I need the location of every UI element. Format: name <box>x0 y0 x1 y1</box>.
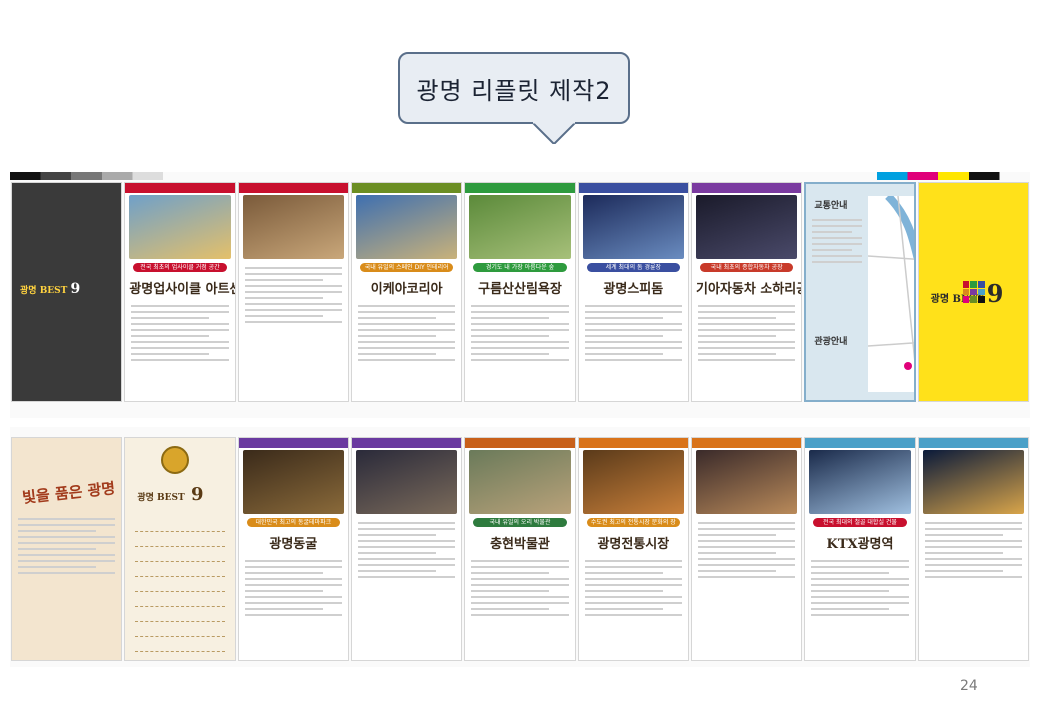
attraction-title: 광명업사이클 아트센터 <box>129 282 234 297</box>
leaflet-panel <box>917 437 1029 661</box>
title-callout: 광명 리플릿 제작2 <box>398 52 630 124</box>
text-lines <box>244 267 342 323</box>
text-lines <box>18 518 116 574</box>
attraction-badge: 경기도 내 가장 아름다운 숲 <box>473 263 567 272</box>
attraction-photo <box>242 195 344 259</box>
cover-number: 9 <box>986 279 1004 308</box>
leaflet-panel: 국내 최초의 종합자동차 공장기아자동차 소하리공장 <box>691 182 803 402</box>
color-band <box>465 438 575 448</box>
text-lines <box>811 560 909 616</box>
leaflet-panel: 수도권 최고의 전통시장 문화의 장광명전통시장 <box>577 437 689 661</box>
area-map <box>868 196 914 392</box>
leaflet-panel <box>351 437 463 661</box>
leaflet-panel <box>237 182 349 402</box>
color-calibration-strip <box>10 172 1030 180</box>
text-lines <box>698 522 796 578</box>
color-band <box>918 438 1028 448</box>
attraction-title: 광명스피돔 <box>603 282 664 297</box>
attraction-photo <box>696 450 798 514</box>
color-band <box>578 183 688 193</box>
attraction-photo <box>696 195 798 259</box>
attraction-badge: 대한민국 최고의 동굴테마파크 <box>246 518 340 527</box>
color-blocks-logo <box>962 281 985 303</box>
attraction-title: 기아자동차 소하리공장 <box>696 282 801 297</box>
leaflet-panel: 국내 유일의 스페인 DIY 인테리어이케아코리아 <box>351 182 463 402</box>
color-band <box>805 438 915 448</box>
intro-title: 빛을 품은 광명 <box>21 479 116 507</box>
leaflet-panel <box>691 437 803 661</box>
leaflet-panel: 광명 BEST 9 <box>917 182 1029 402</box>
text-lines <box>584 560 682 616</box>
leaflet-panel: 광명 BEST 9 <box>124 437 236 661</box>
cover-number: 9 <box>70 281 81 297</box>
attraction-photo <box>242 450 344 514</box>
cover-number: 9 <box>190 484 204 505</box>
attraction-title: 충현박물관 <box>490 537 550 552</box>
color-band <box>465 183 575 193</box>
text-lines <box>924 522 1022 578</box>
panel-cover-title: 광명 BEST 9 <box>137 484 203 505</box>
attraction-title: KTX광명역 <box>826 537 894 552</box>
attraction-photo <box>356 195 458 259</box>
color-band <box>692 438 802 448</box>
leaflet-panel: 전국 최초의 업사이클 거점 공간광명업사이클 아트센터 <box>124 182 236 402</box>
attraction-photo <box>469 450 571 514</box>
attraction-badge: 국내 유일의 스페인 DIY 인테리어 <box>360 263 454 272</box>
attraction-photo <box>469 195 571 259</box>
color-band <box>578 438 688 448</box>
text-lines <box>358 305 456 361</box>
text-lines <box>584 305 682 361</box>
attraction-photo <box>582 450 684 514</box>
attraction-badge: 수도권 최고의 전통시장 문화의 장 <box>586 518 680 527</box>
attraction-photo <box>356 450 458 514</box>
attraction-badge: 전국 최초의 업사이클 거점 공간 <box>133 263 227 272</box>
text-lines <box>471 560 569 616</box>
attraction-photo <box>129 195 231 259</box>
attraction-badge: 국내 최초의 종합자동차 공장 <box>700 263 794 272</box>
medal-icon <box>161 446 190 474</box>
callout-title: 광명 리플릿 제작2 <box>416 76 612 105</box>
color-band <box>238 183 348 193</box>
color-band <box>352 438 462 448</box>
leaflet-panel: 교통안내 관광안내 <box>804 182 916 402</box>
leaflet-panel: 경기도 내 가장 아름다운 숲구름산산림욕장 <box>464 182 576 402</box>
attraction-photo <box>582 195 684 259</box>
text-lines <box>358 522 456 578</box>
text-lines <box>131 305 229 361</box>
attraction-photo <box>922 450 1024 514</box>
attraction-title: 광명동굴 <box>269 537 318 552</box>
attraction-badge: 국내 유일의 오리 박물관 <box>473 518 567 527</box>
attraction-title: 광명전통시장 <box>597 537 670 552</box>
attraction-title: 이케아코리아 <box>370 282 443 297</box>
text-lines <box>812 219 863 263</box>
cover-subtitle: 광명 BEST <box>20 286 68 296</box>
color-band <box>692 183 802 193</box>
leaflet-panel: 빛을 품은 광명 <box>11 437 123 661</box>
cover-subtitle: 광명 BEST <box>137 493 185 503</box>
text-lines <box>471 305 569 361</box>
leaflet-panel: 국내 유일의 오리 박물관충현박물관 <box>464 437 576 661</box>
best-list <box>135 520 225 655</box>
leaflet-panel: 세계 최대의 돔 경륜장광명스피돔 <box>577 182 689 402</box>
leaflet-panel: 대한민국 최고의 동굴테마파크광명동굴 <box>237 437 349 661</box>
leaflet-panel: 광명 BEST 9 <box>11 182 123 402</box>
leaflet-panel: 전국 최대의 철골 대합실 건물 KTX광명역 <box>804 437 916 661</box>
leaflet-sheet-bottom: 빛을 품은 광명 광명 BEST 9 대한민국 최고의 동굴테마파크 광명동굴 국내 유… <box>10 427 1030 667</box>
attraction-badge: 전국 최대의 철골 대합실 건물 <box>813 518 907 527</box>
text-lines <box>698 305 796 361</box>
slide-page-number: 24 <box>960 678 978 694</box>
text-lines <box>244 560 342 616</box>
attraction-photo <box>809 450 911 514</box>
color-band <box>352 183 462 193</box>
tourism-heading: 관광안내 <box>814 337 848 347</box>
callout-tail <box>532 122 576 144</box>
leaflet-sheet-top: 광명 BEST 9 전국 최초의 업사이클 거점 공간광명업사이클 아트센터 국내 … <box>10 172 1030 418</box>
panel-cover-title: 광명 BEST 9 <box>20 281 80 297</box>
attraction-title: 구름산산림욕장 <box>478 282 562 297</box>
color-band <box>238 438 348 448</box>
attraction-badge: 세계 최대의 돔 경륜장 <box>586 263 680 272</box>
color-band <box>125 183 235 193</box>
